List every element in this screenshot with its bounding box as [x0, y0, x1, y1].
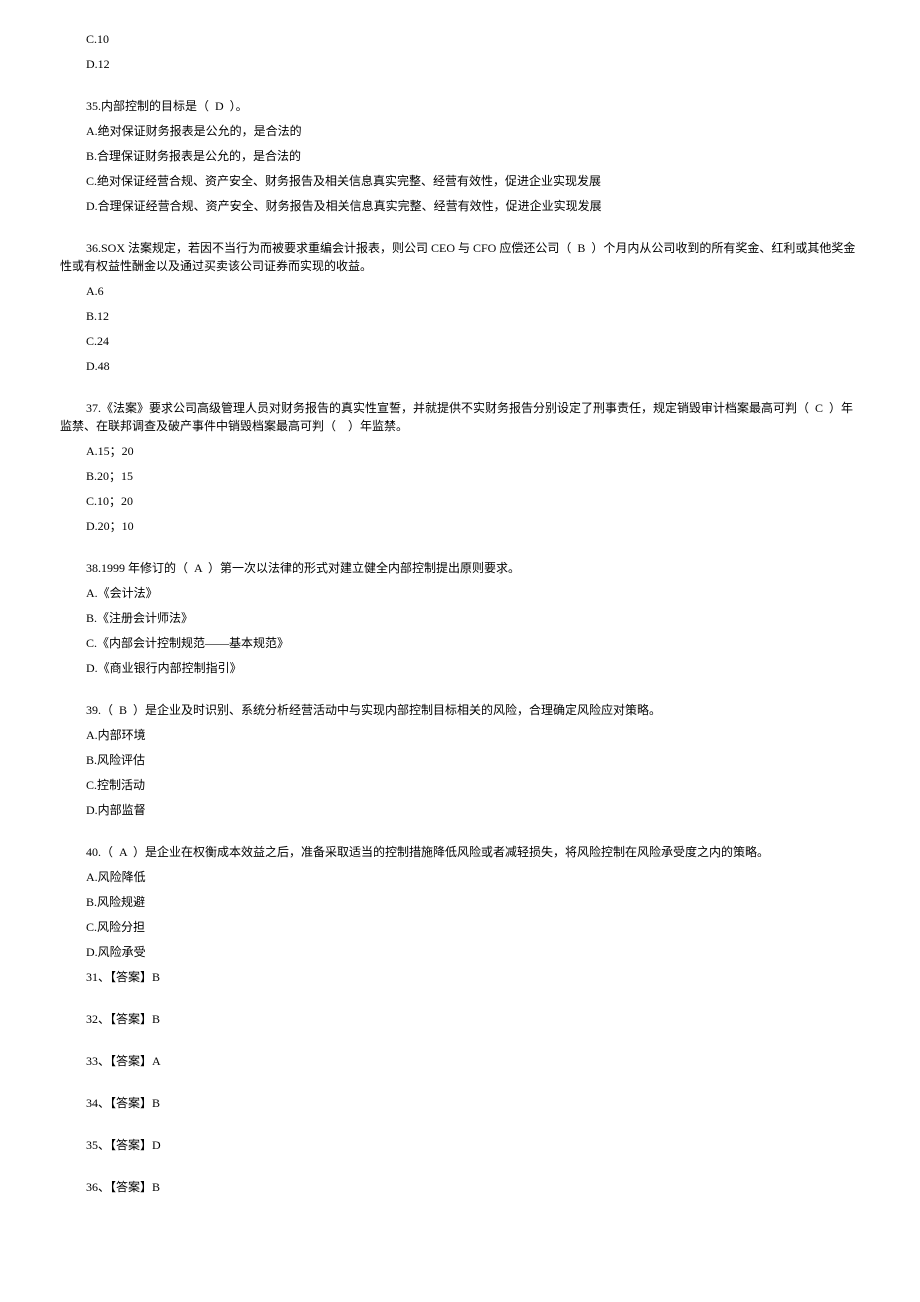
text-line: 37.《法案》要求公司高级管理人员对财务报告的真实性宣誓，并就提供不实财务报告分… — [60, 399, 860, 435]
text-line: 39.（ B ）是企业及时识别、系统分析经营活动中与实现内部控制目标相关的风险，… — [60, 701, 860, 719]
text-line: A.内部环境 — [60, 726, 860, 744]
document-body: C.10 D.12 35.内部控制的目标是（ D ）。 A.绝对保证财务报表是公允的，… — [60, 30, 860, 1196]
text-line: A.6 — [60, 282, 860, 300]
blank-line — [60, 1035, 860, 1052]
text-line: C.24 — [60, 332, 860, 350]
text-line: B.20；15 — [60, 467, 860, 485]
text-line: A.风险降低 — [60, 868, 860, 886]
text-line: 33、【答案】A — [60, 1052, 860, 1070]
blank-line — [60, 382, 860, 399]
text-line: A.15；20 — [60, 442, 860, 460]
text-line: C.风险分担 — [60, 918, 860, 936]
text-line: C.绝对保证经营合规、资产安全、财务报告及相关信息真实完整、经营有效性，促进企业… — [60, 172, 860, 190]
blank-line — [60, 1161, 860, 1178]
text-line: 36、【答案】B — [60, 1178, 860, 1196]
text-line: B.风险评估 — [60, 751, 860, 769]
text-line: 36.SOX 法案规定，若因不当行为而被要求重编会计报表，则公司 CEO 与 C… — [60, 239, 860, 275]
text-line: A.绝对保证财务报表是公允的，是合法的 — [60, 122, 860, 140]
text-line: C.控制活动 — [60, 776, 860, 794]
text-line: D.20；10 — [60, 517, 860, 535]
text-line: 35、【答案】D — [60, 1136, 860, 1154]
text-line: 40.（ A ）是企业在权衡成本效益之后，准备采取适当的控制措施降低风险或者减轻… — [60, 843, 860, 861]
text-line: 32、【答案】B — [60, 1010, 860, 1028]
blank-line — [60, 222, 860, 239]
text-line: D.12 — [60, 55, 860, 73]
text-line: 38.1999 年修订的（ A ）第一次以法律的形式对建立健全内部控制提出原则要… — [60, 559, 860, 577]
blank-line — [60, 80, 860, 97]
text-line: D.风险承受 — [60, 943, 860, 961]
text-line: D.内部监督 — [60, 801, 860, 819]
text-line: C.10 — [60, 30, 860, 48]
text-line: B.12 — [60, 307, 860, 325]
text-line: D.《商业银行内部控制指引》 — [60, 659, 860, 677]
text-line: B.风险规避 — [60, 893, 860, 911]
text-line: D.合理保证经营合规、资产安全、财务报告及相关信息真实完整、经营有效性，促进企业… — [60, 197, 860, 215]
blank-line — [60, 1077, 860, 1094]
text-line: D.48 — [60, 357, 860, 375]
blank-line — [60, 1119, 860, 1136]
blank-line — [60, 684, 860, 701]
text-line: 31、【答案】B — [60, 968, 860, 986]
text-line: B.合理保证财务报表是公允的，是合法的 — [60, 147, 860, 165]
blank-line — [60, 542, 860, 559]
text-line: A.《会计法》 — [60, 584, 860, 602]
text-line: 35.内部控制的目标是（ D ）。 — [60, 97, 860, 115]
text-line: 34、【答案】B — [60, 1094, 860, 1112]
text-line: B.《注册会计师法》 — [60, 609, 860, 627]
text-line: C.10；20 — [60, 492, 860, 510]
text-line: C.《内部会计控制规范——基本规范》 — [60, 634, 860, 652]
blank-line — [60, 993, 860, 1010]
blank-line — [60, 826, 860, 843]
